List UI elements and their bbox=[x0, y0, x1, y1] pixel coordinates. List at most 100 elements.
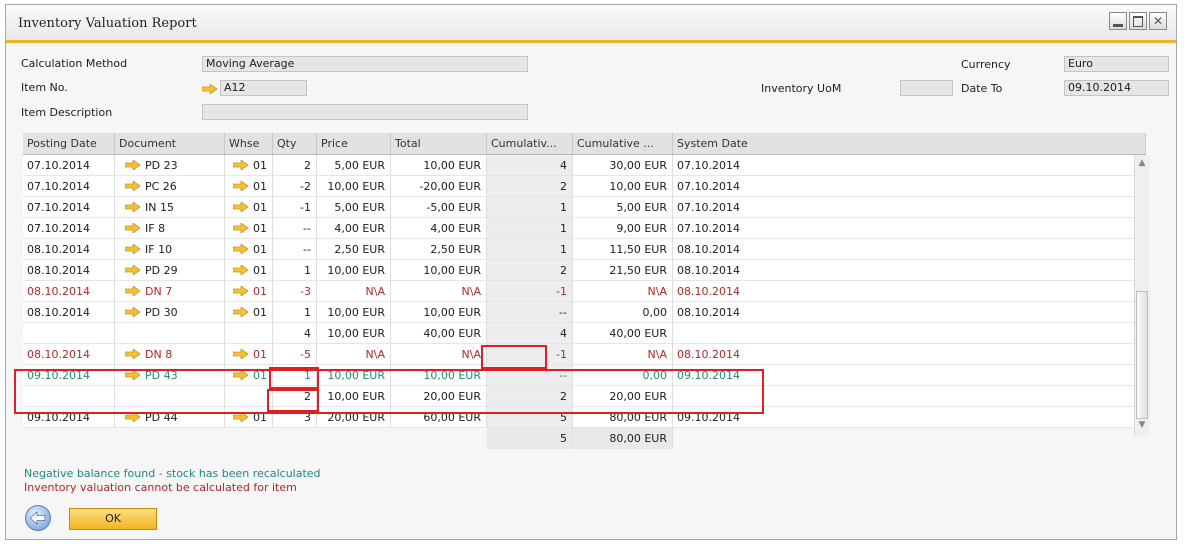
table-row[interactable]: 08.10.2014 IF 10 01 -- 2,50 EUR 2,50 EUR 1 11,5… bbox=[23, 239, 1146, 260]
table-row[interactable]: 09.10.2014 PD 43 01 1 10,00 EUR 10,00 EUR -- 0,… bbox=[23, 365, 1146, 386]
link-arrow-icon[interactable] bbox=[233, 160, 249, 170]
cell-whse: 01 bbox=[225, 344, 273, 365]
table-row[interactable]: 08.10.2014 DN 8 01 -5 N\A N\A -1 N\A 08.10.2014 bbox=[23, 344, 1146, 365]
cell-qty: -2 bbox=[273, 176, 317, 197]
calc-method-field[interactable]: Moving Average bbox=[202, 56, 528, 72]
cell-text: 5,00 EUR bbox=[616, 201, 667, 214]
link-arrow-icon[interactable] bbox=[125, 202, 141, 212]
cell-text: 2 bbox=[560, 390, 567, 403]
cell-qty: 3 bbox=[273, 407, 317, 428]
cell-system-date: 08.10.2014 bbox=[673, 239, 1146, 260]
link-arrow-icon[interactable] bbox=[233, 181, 249, 191]
cell-whse bbox=[225, 386, 273, 407]
column-header-posting-date[interactable]: Posting Date bbox=[23, 133, 115, 154]
title-bar: Inventory Valuation Report ✕ bbox=[6, 5, 1176, 43]
link-arrow-icon[interactable] bbox=[125, 307, 141, 317]
cell-text: DN 8 bbox=[145, 348, 173, 361]
table-row[interactable]: 07.10.2014 IF 8 01 -- 4,00 EUR 4,00 EUR 1 9,00 … bbox=[23, 218, 1146, 239]
link-arrow-icon[interactable] bbox=[233, 412, 249, 422]
close-button[interactable]: ✕ bbox=[1149, 12, 1167, 30]
link-arrow-icon[interactable] bbox=[125, 160, 141, 170]
column-header-cumulative-value[interactable]: Cumulative ... bbox=[573, 133, 673, 154]
column-header-price[interactable]: Price bbox=[317, 133, 391, 154]
link-arrow-icon[interactable] bbox=[125, 265, 141, 275]
link-arrow-icon[interactable] bbox=[233, 244, 249, 254]
date-to-field[interactable]: 09.10.2014 bbox=[1064, 80, 1169, 96]
cell-text: 11,50 EUR bbox=[609, 243, 667, 256]
cell-qty: 4 bbox=[273, 323, 317, 344]
cell-text: 08.10.2014 bbox=[27, 264, 90, 277]
cell-text: -2 bbox=[300, 180, 311, 193]
cell-text: -20,00 EUR bbox=[419, 180, 481, 193]
cell-text: 2 bbox=[560, 264, 567, 277]
cell-price: 10,00 EUR bbox=[317, 176, 391, 197]
link-arrow-icon[interactable] bbox=[233, 286, 249, 296]
cell-text: -- bbox=[303, 222, 311, 235]
link-arrow-icon[interactable] bbox=[202, 84, 218, 94]
cell-cumulative-value: 10,00 EUR bbox=[573, 176, 673, 197]
minimize-button[interactable] bbox=[1109, 12, 1127, 30]
subtotal-row[interactable]: 2 10,00 EUR 20,00 EUR 2 20,00 EUR bbox=[23, 386, 1146, 407]
item-no-field[interactable]: A12 bbox=[220, 80, 307, 96]
cell-text: 10,00 EUR bbox=[327, 264, 385, 277]
cell-text: DN 7 bbox=[145, 285, 173, 298]
cannot-calculate-message: Inventory valuation cannot be calculated… bbox=[24, 481, 297, 494]
cell-text: 1 bbox=[304, 264, 311, 277]
cell-text: 09.10.2014 bbox=[677, 369, 740, 382]
maximize-button[interactable] bbox=[1129, 12, 1147, 30]
column-header-total[interactable]: Total bbox=[391, 133, 487, 154]
column-header-document[interactable]: Document bbox=[115, 133, 225, 154]
back-button[interactable] bbox=[24, 504, 52, 532]
table-row[interactable]: 07.10.2014 PC 26 01 -2 10,00 EUR -20,00 EUR 2 1… bbox=[23, 176, 1146, 197]
total-cum-qty: 5 bbox=[487, 428, 573, 449]
cell-text: 20,00 EUR bbox=[609, 390, 667, 403]
scroll-down-icon[interactable]: ▼ bbox=[1137, 420, 1147, 430]
cell-total: -20,00 EUR bbox=[391, 176, 487, 197]
link-arrow-icon[interactable] bbox=[233, 202, 249, 212]
table-row[interactable]: 07.10.2014 IN 15 01 -1 5,00 EUR -5,00 EUR 1 5,0… bbox=[23, 197, 1146, 218]
cell-whse: 01 bbox=[225, 281, 273, 302]
table-row[interactable]: 08.10.2014 DN 7 01 -3 N\A N\A -1 N\A 08.10.2014 bbox=[23, 281, 1146, 302]
cell-document: IF 10 bbox=[115, 239, 225, 260]
cell-text: 07.10.2014 bbox=[677, 159, 740, 172]
link-arrow-icon[interactable] bbox=[233, 223, 249, 233]
cell-document: IN 15 bbox=[115, 197, 225, 218]
cell-text: 10,00 EUR bbox=[327, 180, 385, 193]
table-row[interactable]: 08.10.2014 PD 30 01 1 10,00 EUR 10,00 EUR -- 0,… bbox=[23, 302, 1146, 323]
inventory-uom-field[interactable] bbox=[900, 80, 953, 96]
scroll-up-icon[interactable]: ▲ bbox=[1137, 158, 1147, 168]
cell-text: 20,00 EUR bbox=[327, 411, 385, 424]
link-arrow-icon[interactable] bbox=[125, 244, 141, 254]
item-description-field[interactable] bbox=[202, 104, 528, 120]
column-header-whse[interactable]: Whse bbox=[225, 133, 273, 154]
table-row[interactable]: 07.10.2014 PD 23 01 2 5,00 EUR 10,00 EUR 4 30,0… bbox=[23, 155, 1146, 176]
cell-text: N\A bbox=[647, 348, 667, 361]
link-arrow-icon[interactable] bbox=[233, 349, 249, 359]
cell-text: N\A bbox=[365, 348, 385, 361]
link-arrow-icon[interactable] bbox=[125, 370, 141, 380]
cell-cumulative-value: 20,00 EUR bbox=[573, 386, 673, 407]
link-arrow-icon[interactable] bbox=[233, 307, 249, 317]
cell-text: 01 bbox=[253, 159, 267, 172]
link-arrow-icon[interactable] bbox=[125, 286, 141, 296]
table-row[interactable]: 09.10.2014 PD 44 01 3 20,00 EUR 60,00 EUR 5 80,… bbox=[23, 407, 1146, 428]
cell-text: 01 bbox=[253, 201, 267, 214]
ok-button[interactable]: OK bbox=[69, 508, 157, 530]
cell-text: 09.10.2014 bbox=[27, 411, 90, 424]
currency-field[interactable]: Euro bbox=[1064, 56, 1169, 72]
cell-cumulative-qty: -1 bbox=[487, 344, 573, 365]
column-header-qty[interactable]: Qty bbox=[273, 133, 317, 154]
column-header-cumulative-qty[interactable]: Cumulativ... bbox=[487, 133, 573, 154]
link-arrow-icon[interactable] bbox=[233, 370, 249, 380]
link-arrow-icon[interactable] bbox=[125, 412, 141, 422]
subtotal-row[interactable]: 4 10,00 EUR 40,00 EUR 4 40,00 EUR bbox=[23, 323, 1146, 344]
vertical-scrollbar[interactable]: ▲ ▼ bbox=[1134, 155, 1150, 436]
column-header-system-date[interactable]: System Date bbox=[673, 133, 1146, 154]
link-arrow-icon[interactable] bbox=[125, 181, 141, 191]
table-row[interactable]: 08.10.2014 PD 29 01 1 10,00 EUR 10,00 EUR 2 21,… bbox=[23, 260, 1146, 281]
link-arrow-icon[interactable] bbox=[125, 223, 141, 233]
scroll-thumb[interactable] bbox=[1136, 291, 1148, 419]
cell-price: 10,00 EUR bbox=[317, 365, 391, 386]
link-arrow-icon[interactable] bbox=[233, 265, 249, 275]
link-arrow-icon[interactable] bbox=[125, 349, 141, 359]
